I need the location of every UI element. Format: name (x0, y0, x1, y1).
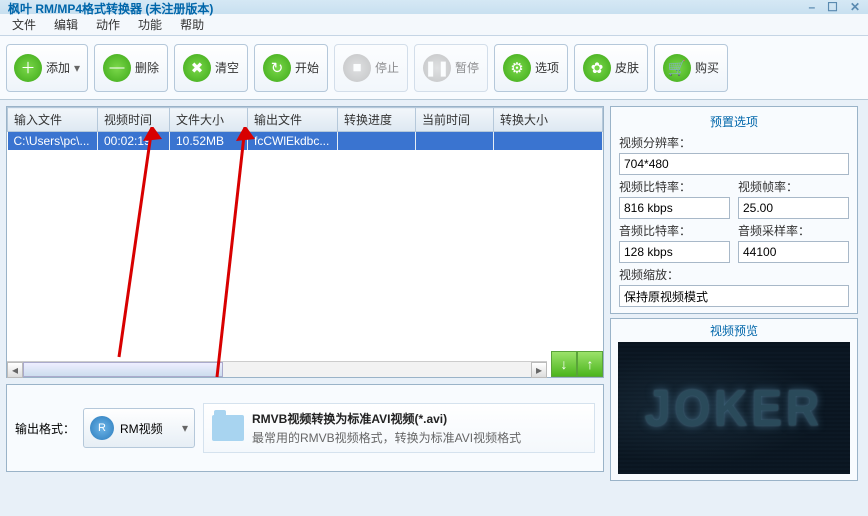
buy-button[interactable]: 🛒购买 (654, 44, 728, 92)
col-curtime[interactable]: 当前时间 (416, 108, 494, 132)
col-size[interactable]: 文件大小 (170, 108, 248, 132)
col-convsize[interactable]: 转换大小 (494, 108, 603, 132)
horizontal-scrollbar[interactable]: ◂ ▸ (7, 361, 547, 377)
vbitrate-select[interactable] (619, 197, 730, 219)
menu-edit[interactable]: 编辑 (46, 14, 86, 35)
pause-icon: ❚❚ (423, 54, 451, 82)
scroll-right-icon[interactable]: ▸ (531, 362, 547, 378)
resolution-select[interactable] (619, 153, 849, 175)
table-row[interactable]: C:\Users\pc\... 00:02:19 10.52MB fcCWlEk… (8, 132, 603, 151)
annotation-arrow (197, 127, 257, 387)
samplerate-label: 音频采样率： (738, 222, 849, 239)
start-button[interactable]: ↻开始 (254, 44, 328, 92)
samplerate-select[interactable] (738, 241, 849, 263)
plus-icon: ＋ (14, 54, 42, 82)
menu-help[interactable]: 帮助 (172, 14, 212, 35)
preview-text: JOKER (645, 378, 823, 437)
minimize-button[interactable]: – (808, 0, 815, 14)
options-button[interactable]: ⚙选项 (494, 44, 568, 92)
close-button[interactable]: ✕ (850, 0, 860, 14)
resolution-label: 视频分辨率： (619, 134, 849, 151)
format-icon: R (90, 416, 114, 440)
output-format-label: 输出格式： (15, 420, 75, 437)
preview-panel: 视频预览 JOKER (610, 318, 858, 481)
delete-button[interactable]: —删除 (94, 44, 168, 92)
maximize-button[interactable]: ☐ (827, 0, 838, 14)
col-duration[interactable]: 视频时间 (98, 108, 170, 132)
output-format-panel: 输出格式： R RM视频 ▾ RMVB视频转换为标准AVI视频(*.avi) 最… (6, 384, 604, 472)
scroll-left-icon[interactable]: ◂ (7, 362, 23, 378)
stop-icon: ■ (343, 54, 371, 82)
toolbar: ＋添加▾ —删除 ✖清空 ↻开始 ■停止 ❚❚暂停 ⚙选项 ✿皮肤 🛒购买 (0, 36, 868, 100)
apple-icon: ✿ (583, 54, 611, 82)
output-format-button[interactable]: R RM视频 ▾ (83, 408, 195, 448)
col-input[interactable]: 输入文件 (8, 108, 98, 132)
menu-file[interactable]: 文件 (4, 14, 44, 35)
menubar: 文件 编辑 动作 功能 帮助 (0, 14, 868, 36)
preview-title: 视频预览 (611, 319, 857, 342)
fps-label: 视频帧率： (738, 178, 849, 195)
col-output[interactable]: 输出文件 (248, 108, 338, 132)
add-button[interactable]: ＋添加▾ (6, 44, 88, 92)
fps-select[interactable] (738, 197, 849, 219)
minus-icon: — (103, 54, 131, 82)
gear-icon: ⚙ (503, 54, 531, 82)
x-icon: ✖ (183, 54, 211, 82)
presets-panel: 预置选项 视频分辨率： 视频比特率： 视频帧率： 音频比特率： (610, 106, 858, 314)
chevron-down-icon: ▾ (182, 421, 188, 435)
vbitrate-label: 视频比特率： (619, 178, 730, 195)
preview-screen[interactable]: JOKER (618, 342, 850, 474)
move-down-button[interactable]: ↓ (551, 351, 577, 377)
abitrate-select[interactable] (619, 241, 730, 263)
chevron-down-icon: ▾ (74, 61, 80, 75)
zoom-select[interactable] (619, 285, 849, 307)
file-table[interactable]: 输入文件 视频时间 文件大小 输出文件 转换进度 当前时间 转换大小 C:\Us… (6, 106, 604, 378)
zoom-label: 视频缩放： (619, 266, 849, 283)
folder-icon (212, 415, 244, 441)
format-description[interactable]: RMVB视频转换为标准AVI视频(*.avi) 最常用的RMVB视频格式，转换为… (203, 403, 595, 453)
refresh-icon: ↻ (263, 54, 291, 82)
clear-button[interactable]: ✖清空 (174, 44, 248, 92)
move-up-button[interactable]: ↑ (577, 351, 603, 377)
presets-title: 预置选项 (619, 113, 849, 130)
menu-function[interactable]: 功能 (130, 14, 170, 35)
stop-button[interactable]: ■停止 (334, 44, 408, 92)
scroll-thumb[interactable] (23, 362, 223, 377)
menu-action[interactable]: 动作 (88, 14, 128, 35)
annotation-arrow (107, 127, 167, 367)
skin-button[interactable]: ✿皮肤 (574, 44, 648, 92)
pause-button[interactable]: ❚❚暂停 (414, 44, 488, 92)
cart-icon: 🛒 (663, 54, 691, 82)
col-progress[interactable]: 转换进度 (338, 108, 416, 132)
abitrate-label: 音频比特率： (619, 222, 730, 239)
